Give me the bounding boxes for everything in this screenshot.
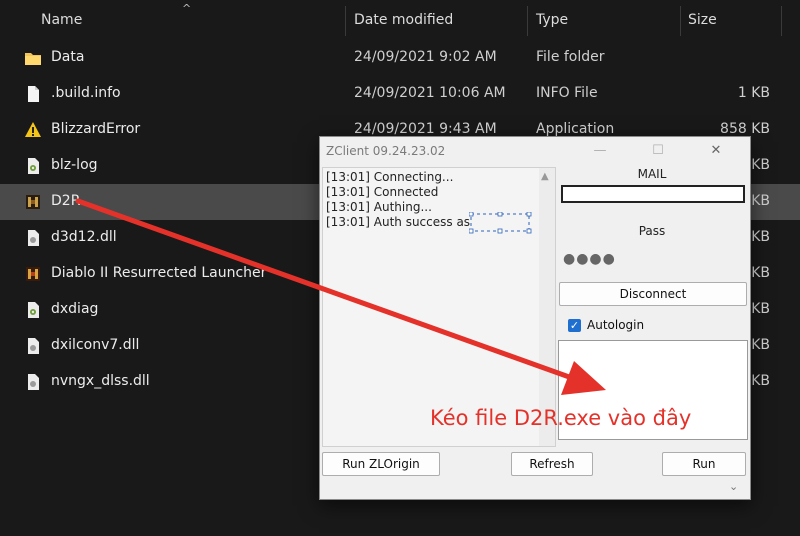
drag-instruction-caption: Kéo file D2R.exe vào đây (430, 406, 692, 430)
drag-arrow-annotation (75, 198, 606, 395)
